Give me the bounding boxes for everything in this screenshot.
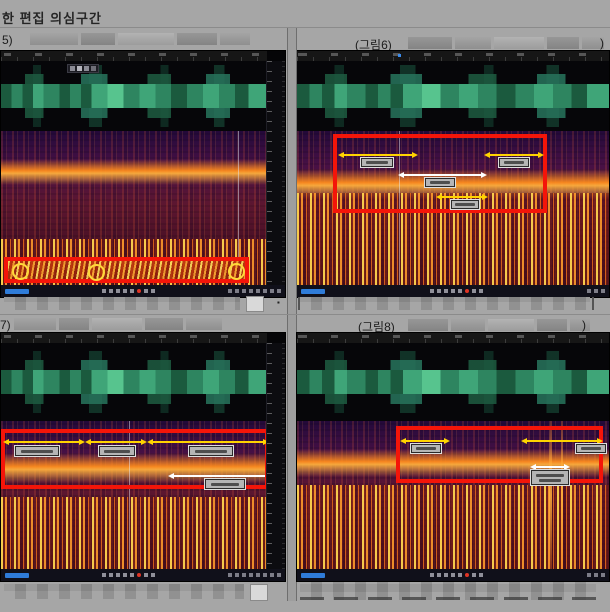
record-button-icon — [137, 573, 141, 577]
waveform-view — [1, 343, 267, 421]
floating-toolbar — [67, 64, 99, 73]
redacted-text — [4, 584, 244, 599]
underline-marks — [300, 597, 596, 600]
duration-arrow-yellow — [343, 154, 413, 156]
duration-arrow-yellow — [8, 441, 80, 443]
zoom-controls — [228, 573, 281, 577]
duration-arrow-yellow — [441, 196, 483, 198]
page-title: 한 편집 의심구간 — [2, 8, 102, 27]
spectrogram-view — [1, 421, 267, 569]
transport-controls — [430, 289, 483, 293]
annotation-label — [425, 178, 455, 187]
duration-arrow-yellow — [90, 441, 142, 443]
figure8-caption-suffix: ) — [582, 318, 586, 332]
annotation-label — [15, 446, 59, 456]
duration-arrow-yellow — [152, 441, 264, 443]
transport-bar — [1, 285, 285, 297]
time-readout — [301, 573, 325, 578]
zoom-controls — [587, 573, 605, 577]
annotation-label — [99, 446, 135, 456]
artifact-circle — [12, 263, 29, 280]
figure5-caption: 5) — [2, 33, 13, 47]
suspect-region-box — [396, 426, 603, 483]
transport-controls — [430, 573, 483, 577]
table-cell-blank — [250, 584, 268, 601]
figure7-screenshot — [0, 332, 286, 582]
time-readout — [301, 289, 325, 294]
annotation-label — [411, 444, 441, 453]
annotation-label — [499, 158, 529, 167]
figure6-caption-redacted — [408, 37, 604, 49]
time-readout — [5, 289, 29, 294]
frequency-ruler — [266, 61, 285, 285]
redacted-note-text — [300, 297, 590, 310]
duration-arrow-white — [403, 174, 482, 176]
table-border-top — [0, 27, 610, 28]
artifact-circle — [88, 264, 105, 281]
figure5-caption-redacted — [30, 33, 250, 45]
redacted-text — [4, 297, 240, 310]
transport-controls — [102, 289, 155, 293]
duration-arrow-white — [173, 475, 265, 477]
annotation-label — [576, 444, 606, 453]
zoom-controls — [587, 289, 605, 293]
transport-controls — [102, 573, 155, 577]
figure8-caption-redacted — [408, 319, 590, 331]
artifact-circle — [228, 263, 245, 280]
suspect-region-box — [333, 134, 547, 213]
table-border-mid — [0, 314, 610, 315]
duration-arrow-white — [535, 466, 565, 468]
suspect-region-box — [4, 257, 249, 283]
frequency-ruler — [266, 343, 285, 569]
figure7-caption-redacted — [14, 318, 222, 330]
zoom-controls — [228, 289, 281, 293]
record-button-icon — [465, 573, 469, 577]
waveform-view — [1, 61, 267, 131]
annotation-label — [361, 158, 393, 167]
marker-icon — [398, 54, 401, 57]
record-button-icon — [137, 289, 141, 293]
waveform-view — [297, 61, 609, 131]
figure6-caption-suffix: ) — [600, 36, 604, 50]
transport-bar — [297, 285, 609, 297]
duration-arrow-yellow — [526, 440, 598, 442]
annotation-label — [205, 479, 245, 489]
transport-bar — [297, 569, 609, 581]
transport-bar — [1, 569, 285, 581]
annotation-label — [531, 470, 569, 485]
table-cell-blank — [246, 296, 264, 312]
bracket-open — [298, 297, 300, 310]
figure5-screenshot — [0, 50, 286, 298]
figure6-screenshot — [296, 50, 610, 298]
forensic-report-page: 한 편집 의심구간 5) (그림6) ) — [0, 0, 610, 612]
figure8-screenshot — [296, 332, 610, 582]
figure7-caption: 7) — [0, 318, 11, 332]
duration-arrow-yellow — [405, 440, 445, 442]
highlighted-spectrogram-band — [8, 261, 245, 279]
list-bullet: ▪ — [277, 299, 280, 307]
spectrogram-view — [1, 131, 267, 285]
annotation-label — [189, 446, 233, 456]
duration-arrow-yellow — [489, 154, 539, 156]
spectrogram-view — [297, 131, 609, 285]
annotation-label — [451, 200, 479, 209]
record-button-icon — [465, 289, 469, 293]
spectrogram-view — [297, 421, 609, 569]
suspect-region-box — [1, 429, 267, 489]
waveform-view — [297, 343, 609, 421]
bracket-close — [592, 297, 594, 310]
redacted-sentence — [300, 582, 596, 600]
time-readout — [5, 573, 29, 578]
